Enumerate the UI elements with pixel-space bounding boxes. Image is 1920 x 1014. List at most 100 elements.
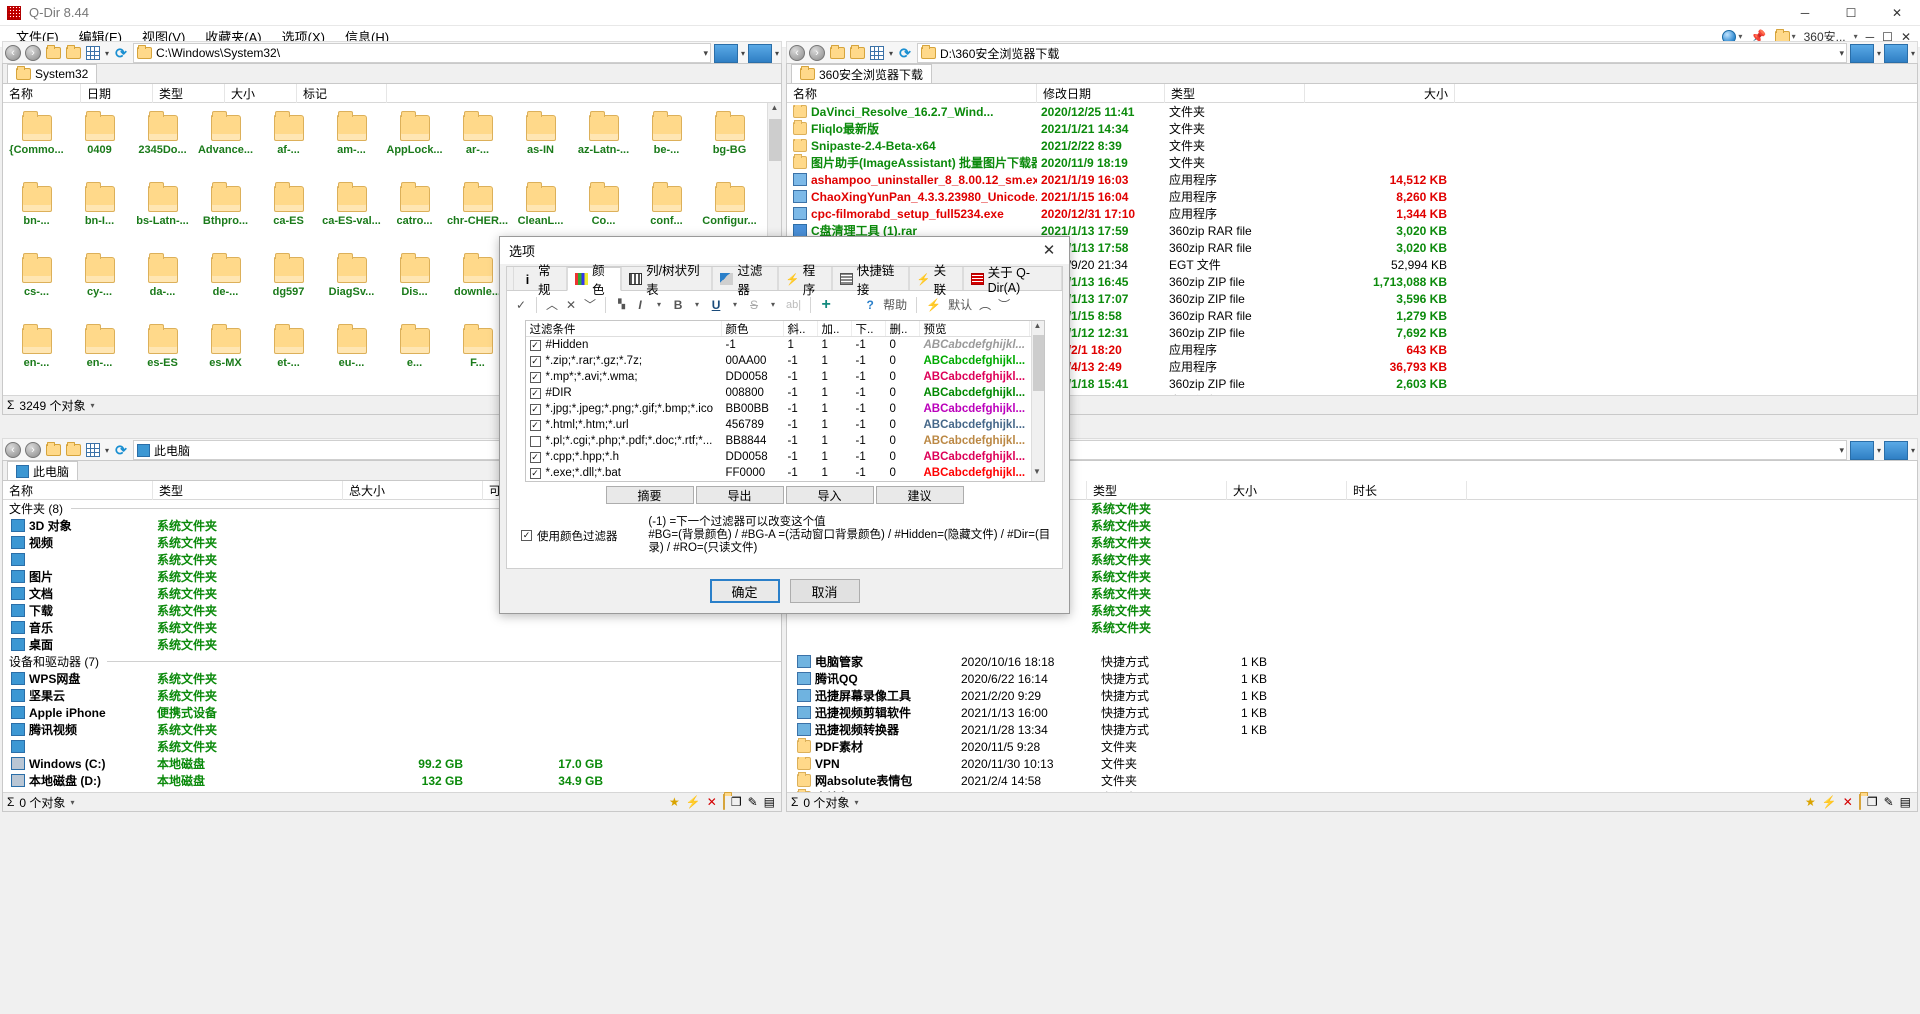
lightning-icon[interactable]: ⚡ — [686, 795, 701, 809]
dialog-action-button-0[interactable]: 摘要 — [605, 486, 694, 504]
dialog-close-button[interactable]: ✕ — [1029, 237, 1069, 264]
lightning-icon-br[interactable]: ⚡ — [1822, 795, 1837, 809]
table-row[interactable]: Apple iPhone 便携式设备 — [3, 704, 781, 721]
icon-item[interactable]: da-... — [131, 251, 194, 322]
panel-layout-caret-3[interactable]: ▾ — [1877, 49, 1881, 58]
panel-layout-caret-2[interactable]: ▾ — [775, 49, 779, 58]
table-row[interactable]: cpc-filmorabd_setup_full5234.exe 2020/12/… — [787, 205, 1917, 222]
up-folder-icon[interactable] — [44, 44, 62, 62]
table-row[interactable]: 系统文件夹 — [3, 738, 781, 755]
icon-item[interactable]: bs-Latn-... — [131, 180, 194, 251]
strike-caret-icon[interactable]: ▾ — [765, 295, 781, 315]
grid-row-checkbox[interactable] — [529, 435, 541, 447]
delete-icon-br[interactable]: ✕ — [1843, 795, 1853, 809]
icon-item[interactable]: eu-... — [320, 322, 383, 393]
refresh-icon[interactable]: ⟳ — [112, 44, 130, 62]
icon-item[interactable]: Dis... — [383, 251, 446, 322]
grid-row[interactable]: ✓ *.mp*;*.avi;*.wma; DD0058 -1 1 -1 0 ABCabcdef… — [526, 369, 1044, 385]
table-row[interactable]: DaVinci_Resolve_16.2.7_Wind... 2020/12/25… — [787, 103, 1917, 120]
delete-icon[interactable]: ✕ — [707, 795, 717, 809]
expand-icon[interactable]: ︶ — [996, 295, 1012, 315]
view-grid-icon-bl[interactable] — [84, 441, 102, 459]
icon-item[interactable]: {Commo... — [5, 109, 68, 180]
icon-item[interactable]: bg-BG — [698, 109, 761, 180]
forward-icon-tr[interactable]: › — [808, 44, 826, 62]
back-icon-bl[interactable]: ‹ — [4, 441, 22, 459]
dialog-tab-6[interactable]: ⚡ 关联 — [908, 264, 963, 297]
panel-tab-thispc[interactable]: 此电脑 — [7, 461, 79, 480]
table-row[interactable]: 迅捷视频剪辑软件 2021/1/13 16:00 快捷方式 1 KB — [787, 704, 1917, 721]
table-row[interactable]: 腾讯QQ 2020/6/22 16:14 快捷方式 1 KB — [787, 670, 1917, 687]
status-caret-icon-tl[interactable]: ▾ — [90, 401, 94, 410]
address-input-top-left[interactable]: C:\Windows\System32\ ▾ — [133, 43, 711, 63]
icon-item[interactable]: Bthpro... — [194, 180, 257, 251]
table-row[interactable]: 桌面 系统文件夹 — [3, 636, 781, 653]
default-button[interactable]: 默认 — [946, 295, 974, 315]
col-dur-br[interactable]: 时长 — [1347, 480, 1467, 500]
icon-item[interactable]: cs-... — [5, 251, 68, 322]
table-row[interactable]: 网absolute表情包 2021/2/4 14:58 文件夹 — [787, 772, 1917, 789]
check-icon[interactable]: ✓ — [513, 295, 529, 315]
dialog-action-button-3[interactable]: 建议 — [875, 486, 964, 504]
table-row[interactable]: Snipaste-2.4-Beta-x64 2021/2/22 8:39 文件夹 — [787, 137, 1917, 154]
table-row[interactable]: 迅捷视频转换器 2021/1/28 13:34 快捷方式 1 KB — [787, 721, 1917, 738]
grid-row-checkbox[interactable]: ✓ — [529, 419, 541, 431]
icon-item[interactable]: bn-... — [5, 180, 68, 251]
col-name-tl[interactable]: 名称 — [3, 83, 81, 103]
maximize-button[interactable]: ☐ — [1828, 0, 1874, 26]
icon-item[interactable]: es-ES — [131, 322, 194, 393]
use-color-filter-checkbox[interactable]: ✓ — [521, 530, 532, 541]
underline-icon[interactable]: U — [708, 295, 724, 315]
icon-item[interactable]: be-... — [635, 109, 698, 180]
panel-layout-button-4[interactable] — [1883, 43, 1908, 63]
strikethrough-icon[interactable]: S — [746, 295, 762, 315]
grid-row[interactable]: ✓ #DIR 008800 -1 1 -1 0 ABCabcdefghijkl... — [526, 385, 1044, 401]
grid-col-header-5[interactable]: 删.. — [886, 321, 920, 336]
refresh-icon-tr[interactable]: ⟳ — [896, 44, 914, 62]
grid-row[interactable]: ✓ *.exe;*.dll;*.bat FF0000 -1 1 -1 0 ABCabcdefg… — [526, 465, 1044, 481]
col-size-br[interactable]: 大小 — [1227, 480, 1347, 500]
view-caret-icon[interactable]: ▾ — [105, 49, 109, 58]
grid-col-header-2[interactable]: 斜.. — [784, 321, 818, 336]
italic-caret-icon[interactable]: ▾ — [651, 295, 667, 315]
add-icon[interactable]: + — [818, 295, 834, 315]
col-type-tr[interactable]: 类型 — [1165, 83, 1305, 103]
status-caret-icon-bl[interactable]: ▾ — [70, 798, 74, 807]
window-icon[interactable]: ▤ — [764, 795, 775, 809]
table-row[interactable]: Windows (C:) 本地磁盘 99.2 GB 17.0 GB — [3, 755, 781, 772]
grid-col-header-3[interactable]: 加.. — [818, 321, 852, 336]
panel-layout-button-7[interactable] — [1849, 440, 1874, 460]
view-grid-icon-tr[interactable] — [868, 44, 886, 62]
panel-layout-caret-8[interactable]: ▾ — [1911, 446, 1915, 455]
help-label[interactable]: 帮助 — [881, 295, 909, 315]
address-caret-icon-tr[interactable]: ▾ — [1839, 48, 1844, 59]
dialog-tab-4[interactable]: ⚡ 程序 — [777, 264, 832, 297]
back-icon[interactable]: ‹ — [4, 44, 22, 62]
up-folder-icon-bl[interactable] — [44, 441, 62, 459]
forward-icon[interactable]: › — [24, 44, 42, 62]
address-caret-icon-br[interactable]: ▾ — [1839, 445, 1844, 456]
table-row[interactable]: WPS网盘 系统文件夹 — [3, 670, 781, 687]
icon-item[interactable]: e... — [383, 322, 446, 393]
dialog-tab-2[interactable]: 列/树状列表 — [621, 264, 713, 297]
grid-row[interactable]: ✓ *.html;*.htm;*.url 456789 -1 1 -1 0 ABCabcdef… — [526, 417, 1044, 433]
dialog-tab-1[interactable]: 颜色 — [567, 264, 622, 297]
table-row[interactable]: Fliqlo最新版 2021/1/21 14:34 文件夹 — [787, 120, 1917, 137]
color-palette-icon[interactable]: ▚ — [613, 295, 629, 315]
collapse-icon[interactable]: ︵ — [977, 295, 993, 315]
ab-icon[interactable]: ab| — [784, 295, 803, 315]
grid-row-checkbox[interactable]: ✓ — [529, 451, 541, 463]
col-size-tl[interactable]: 大小 — [225, 83, 297, 103]
new-folder-icon[interactable] — [64, 44, 82, 62]
status-caret-icon-br[interactable]: ▾ — [854, 798, 858, 807]
grid-row-checkbox[interactable]: ✓ — [529, 371, 541, 383]
ok-button[interactable]: 确定 — [709, 579, 780, 603]
col-name-tr[interactable]: 名称 — [787, 83, 1037, 103]
icon-item[interactable]: es-MX — [194, 322, 257, 393]
col-date-tl[interactable]: 日期 — [81, 83, 153, 103]
new-folder-icon-bl[interactable] — [64, 441, 82, 459]
italic-icon[interactable]: I — [632, 295, 648, 315]
table-row[interactable] — [787, 636, 1917, 653]
grid-scroll-thumb[interactable] — [1032, 335, 1044, 391]
table-row[interactable]: PDF素材 2020/11/5 9:28 文件夹 — [787, 738, 1917, 755]
